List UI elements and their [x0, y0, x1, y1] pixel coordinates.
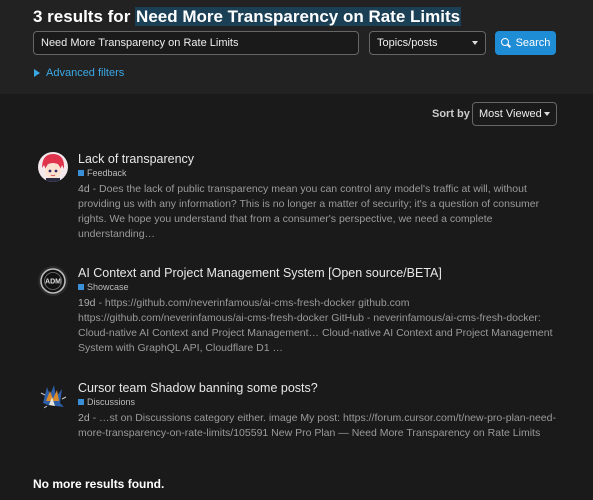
advanced-filters-label: Advanced filters	[46, 67, 125, 79]
category-color-icon	[78, 399, 84, 405]
search-button-label: Search	[515, 37, 551, 49]
sort-label: Sort by	[432, 108, 470, 120]
category-color-icon	[78, 284, 84, 290]
no-more-results-label: No more results found.	[33, 477, 165, 491]
category-color-icon	[78, 170, 84, 176]
result-body: Cursor team Shadow banning some posts? D…	[78, 381, 558, 441]
category-label: Feedback	[87, 168, 127, 178]
sort-select[interactable]: Most Viewed	[472, 102, 557, 126]
category-badge[interactable]: Showcase	[78, 282, 558, 292]
chevron-down-icon	[544, 112, 550, 116]
result-blurb: 4d - Does the lack of public transparenc…	[78, 182, 558, 242]
result-title[interactable]: Lack of transparency	[78, 152, 558, 167]
svg-text:ADM: ADM	[45, 279, 61, 286]
avatar[interactable]	[38, 381, 68, 411]
result-blurb: 2d - …st on Discussions category either.…	[78, 411, 558, 441]
result-title[interactable]: Cursor team Shadow banning some posts?	[78, 381, 558, 396]
search-type-select[interactable]: Topics/posts	[369, 31, 486, 55]
result-date: 4d	[78, 183, 90, 195]
search-input[interactable]	[33, 31, 359, 55]
search-term-highlight: Need More Transparency on Rate Limits	[135, 7, 462, 26]
result-date: 2d	[78, 412, 90, 424]
category-badge[interactable]: Discussions	[78, 397, 558, 407]
results-count-label: 3 results for	[33, 7, 131, 26]
search-header: 3 results for Need More Transparency on …	[0, 0, 593, 94]
category-label: Discussions	[87, 397, 136, 407]
sort-value: Most Viewed	[479, 108, 542, 120]
result-title[interactable]: AI Context and Project Management System…	[78, 266, 558, 281]
result-date: 19d	[78, 297, 96, 309]
result-body: AI Context and Project Management System…	[78, 266, 558, 356]
search-icon	[500, 38, 511, 48]
triangle-right-icon	[34, 69, 40, 77]
result-body: Lack of transparency Feedback 4d - Does …	[78, 152, 558, 242]
result-blurb-text: - Does the lack of public transparency m…	[78, 183, 540, 240]
search-button[interactable]: Search	[495, 31, 556, 55]
result-blurb: 19d - https://github.com/neverinfamous/a…	[78, 296, 558, 356]
result-blurb-text: - …st on Discussions category either. im…	[78, 412, 556, 439]
avatar[interactable]	[38, 152, 68, 182]
avatar[interactable]: ADM	[38, 266, 68, 296]
result-blurb-text: - https://github.com/neverinfamous/ai-cm…	[78, 297, 553, 354]
advanced-filters-toggle[interactable]: Advanced filters	[34, 67, 124, 79]
category-label: Showcase	[87, 282, 129, 292]
category-badge[interactable]: Feedback	[78, 168, 558, 178]
chevron-down-icon	[472, 41, 478, 45]
results-heading: 3 results for Need More Transparency on …	[33, 7, 462, 27]
search-type-value: Topics/posts	[377, 37, 438, 49]
